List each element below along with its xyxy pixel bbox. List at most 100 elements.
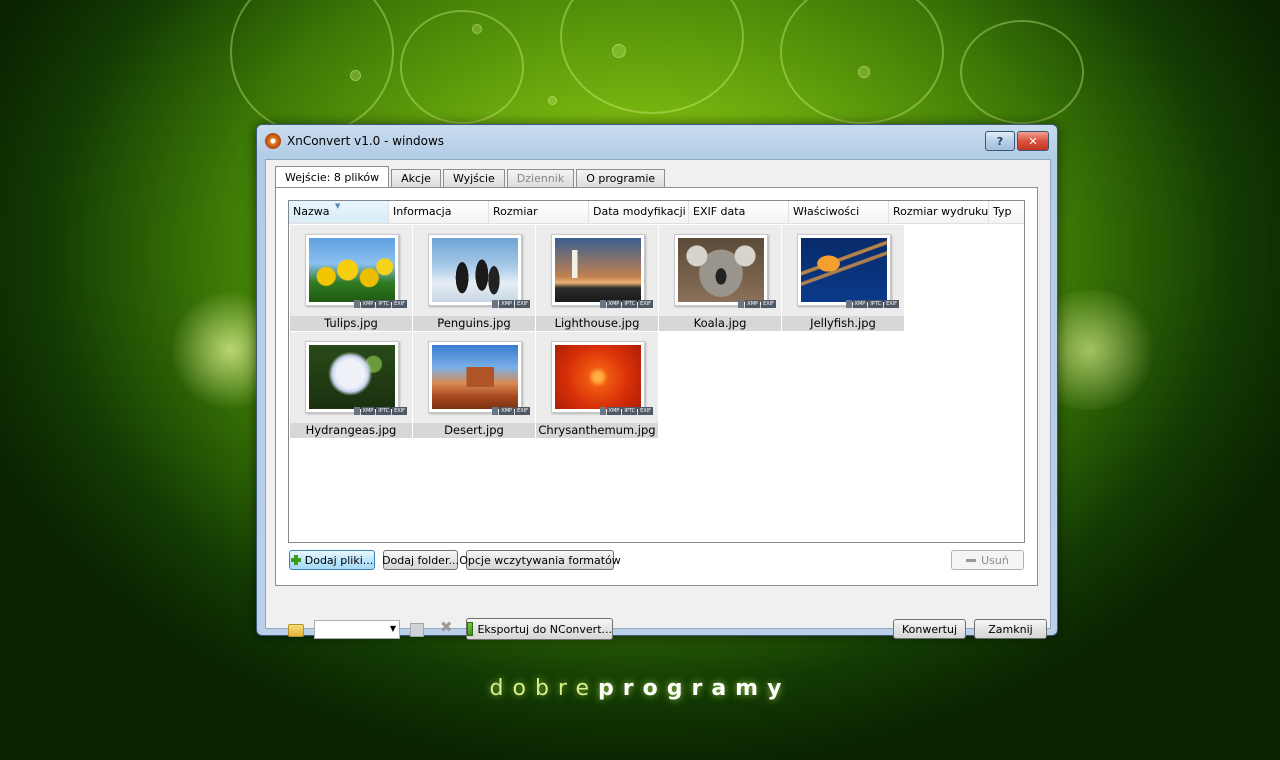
background-swirl — [780, 0, 944, 124]
export-nconvert-button[interactable]: Eksportuj do NConvert... — [466, 618, 613, 640]
background-bubble — [858, 66, 870, 78]
file-item-hydrangeas[interactable]: XMP IPTC EXIF Hydrangeas.jpg — [290, 332, 412, 438]
xmp-badge: XMP — [499, 300, 515, 308]
add-files-button[interactable]: Dodaj pliki... — [289, 550, 375, 570]
exif-badge: EXIF — [515, 407, 530, 415]
metadata-badges: XMP EXIF — [492, 300, 530, 308]
metadata-badges: XMP IPTC EXIF — [845, 300, 899, 308]
penguins-thumbnail — [432, 238, 518, 302]
column-header-exif[interactable]: EXIF data — [689, 201, 789, 223]
export-icon — [467, 622, 474, 636]
brand-bold: programy — [598, 676, 791, 701]
file-item-penguins[interactable]: XMP EXIF Penguins.jpg — [413, 225, 535, 331]
sort-ascending-icon: ▼ — [335, 202, 341, 210]
xmp-badge: XMP — [606, 407, 622, 415]
metadata-badges: XMP EXIF — [738, 300, 776, 308]
file-name: Penguins.jpg — [413, 316, 535, 331]
thumbnail-frame: XMP IPTC EXIF — [305, 341, 407, 415]
thumbnail-grid: XMP IPTC EXIF Tulips.jpg XMP EXIF Pengui… — [290, 225, 910, 439]
tab-input[interactable]: Wejście: 8 plików — [275, 166, 390, 188]
tab-about[interactable]: O programie — [576, 169, 666, 187]
document-icon — [738, 300, 745, 308]
exif-badge: EXIF — [638, 300, 653, 308]
file-name: Jellyfish.jpg — [782, 316, 904, 331]
file-name: Tulips.jpg — [290, 316, 412, 331]
file-list[interactable]: Nazwa ▼ Informacja Rozmiar Data modyfikac… — [288, 200, 1025, 543]
dobreprogramy-logo: dobreprogramy — [0, 676, 1280, 701]
exif-badge: EXIF — [638, 407, 653, 415]
hydrangeas-thumbnail — [309, 345, 395, 409]
iptc-badge: IPTC — [376, 300, 392, 308]
xmp-badge: XMP — [499, 407, 515, 415]
background-swirl — [230, 0, 394, 134]
document-icon — [353, 300, 360, 308]
convert-button[interactable]: Konwertuj — [893, 619, 966, 639]
file-item-chrysanthemum[interactable]: XMP IPTC EXIF Chrysanthemum.jpg — [536, 332, 658, 438]
document-icon — [353, 407, 360, 415]
open-folder-icon[interactable] — [288, 624, 304, 637]
delete-icon: ✖ — [440, 618, 453, 636]
metadata-badges: XMP EXIF — [492, 407, 530, 415]
background-bubble — [350, 70, 361, 81]
column-header-size[interactable]: Rozmiar — [489, 201, 589, 223]
thumbnail-frame: XMP IPTC EXIF — [797, 234, 899, 308]
background-swirl — [960, 20, 1084, 124]
background-swirl — [560, 0, 744, 114]
column-header-info[interactable]: Informacja — [389, 201, 489, 223]
load-format-options-button[interactable]: Opcje wczytywania formatów — [459, 550, 621, 570]
thumbnail-frame: XMP IPTC EXIF — [305, 234, 407, 308]
plus-icon — [290, 555, 301, 565]
desert-thumbnail — [432, 345, 518, 409]
file-item-lighthouse[interactable]: XMP IPTC EXIF Lighthouse.jpg — [536, 225, 658, 331]
title-bar[interactable]: XnConvert v1.0 - windows ? ✕ — [257, 125, 1057, 155]
file-name: Lighthouse.jpg — [536, 316, 658, 331]
xmp-badge: XMP — [852, 300, 868, 308]
xmp-badge: XMP — [606, 300, 622, 308]
lighthouse-thumbnail — [555, 238, 641, 302]
xnconvert-window: XnConvert v1.0 - windows ? ✕ Wejście: 8 … — [256, 124, 1058, 640]
koala-thumbnail — [678, 238, 764, 302]
thumbnail-frame: XMP EXIF — [428, 234, 530, 308]
exif-badge: EXIF — [884, 300, 899, 308]
close-button[interactable]: Zamknij — [974, 619, 1047, 639]
tulips-thumbnail — [309, 238, 395, 302]
help-button[interactable]: ? — [985, 131, 1015, 151]
xmp-badge: XMP — [745, 300, 761, 308]
preset-combo[interactable]: ▼ — [314, 620, 400, 639]
xmp-badge: XMP — [360, 407, 376, 415]
iptc-badge: IPTC — [376, 407, 392, 415]
column-header-name[interactable]: Nazwa ▼ — [289, 201, 389, 223]
column-header-type[interactable]: Typ — [989, 201, 1024, 223]
exif-badge: EXIF — [761, 300, 776, 308]
background-bubble — [612, 44, 626, 58]
file-name: Chrysanthemum.jpg — [536, 423, 658, 438]
column-header-modified[interactable]: Data modyfikacji — [589, 201, 689, 223]
file-name: Hydrangeas.jpg — [290, 423, 412, 438]
tab-output[interactable]: Wyjście — [442, 169, 505, 187]
thumbnail-frame: XMP EXIF — [674, 234, 776, 308]
xmp-badge: XMP — [360, 300, 376, 308]
save-icon — [410, 623, 424, 637]
column-header-properties[interactable]: Właściwości — [789, 201, 889, 223]
input-tab-panel: Nazwa ▼ Informacja Rozmiar Data modyfikac… — [275, 187, 1038, 586]
background-swirl — [400, 10, 524, 124]
brand-light: dobre — [489, 676, 599, 701]
file-item-jellyfish[interactable]: XMP IPTC EXIF Jellyfish.jpg — [782, 225, 904, 331]
exif-badge: EXIF — [515, 300, 530, 308]
add-folder-button[interactable]: Dodaj folder... — [382, 550, 459, 570]
background-bubble — [548, 96, 557, 105]
window-title: XnConvert v1.0 - windows — [287, 134, 445, 148]
file-item-desert[interactable]: XMP EXIF Desert.jpg — [413, 332, 535, 438]
file-item-tulips[interactable]: XMP IPTC EXIF Tulips.jpg — [290, 225, 412, 331]
document-icon — [492, 407, 499, 415]
column-header-print-size[interactable]: Rozmiar wydruku — [889, 201, 989, 223]
tab-actions[interactable]: Akcje — [391, 169, 441, 187]
close-window-button[interactable]: ✕ — [1017, 131, 1049, 151]
iptc-badge: IPTC — [868, 300, 884, 308]
xnconvert-app-icon — [265, 133, 281, 149]
tab-bar: Wejście: 8 plików Akcje Wyjście Dziennik… — [275, 165, 667, 188]
file-list-header: Nazwa ▼ Informacja Rozmiar Data modyfikac… — [289, 201, 1024, 224]
file-name: Desert.jpg — [413, 423, 535, 438]
file-item-koala[interactable]: XMP EXIF Koala.jpg — [659, 225, 781, 331]
iptc-badge: IPTC — [622, 300, 638, 308]
